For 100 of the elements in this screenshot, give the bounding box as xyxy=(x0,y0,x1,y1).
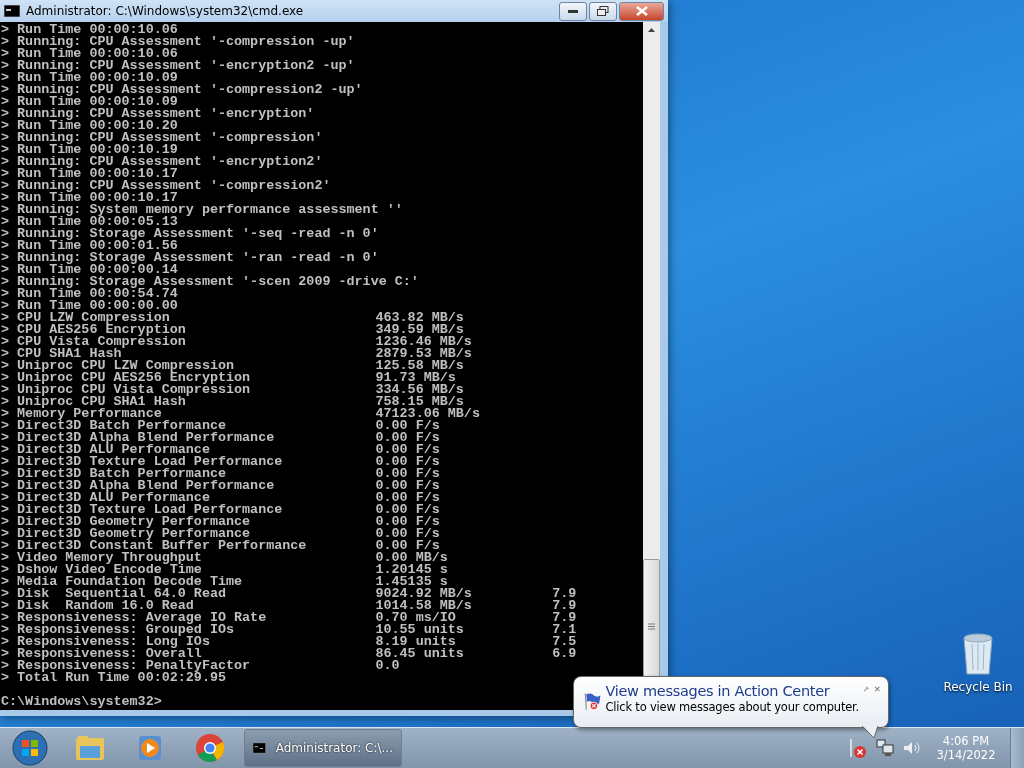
console-icon xyxy=(4,5,20,17)
metric-name: > Responsiveness: PenaltyFactor xyxy=(1,660,252,672)
console-line: > Running: Storage Assessment '-scen 2009 -drive C:' xyxy=(1,276,419,288)
metric-value: 47123.06 MB/s xyxy=(375,408,481,420)
metric-name: > CPU SHA1 Hash xyxy=(1,348,122,360)
metric-name: > Responsiveness: Overall xyxy=(1,648,202,660)
metric-value: 8.19 units xyxy=(375,636,456,648)
console-line: > Running: CPU Assessment '-compression -up' xyxy=(1,36,355,48)
taskbar-window-button[interactable]: Administrator: C:\... xyxy=(244,729,402,767)
metric-name: > Uniproc CPU Vista Compression xyxy=(1,384,252,396)
metric-name: > Direct3D ALU Performance xyxy=(1,492,210,504)
console-line: > Run Time 00:00:00.14 xyxy=(1,264,178,276)
metric-name: > Responsiveness: Grouped IOs xyxy=(1,624,236,636)
metric-name: > Direct3D Alpha Blend Performance xyxy=(1,432,276,444)
balloon-text: Click to view messages about your computer. xyxy=(605,700,859,714)
console-line: > Total Run Time 00:02:29.95 xyxy=(1,672,226,684)
metric-value: 334.56 MB/s xyxy=(375,384,465,396)
console-line: > Running: System memory performance assessment '' xyxy=(1,204,403,216)
metric-value: 0.00 F/s xyxy=(375,432,441,444)
metric-name: > Responsiveness: Average IO Rate xyxy=(1,612,268,624)
metric-value: 463.82 MB/s xyxy=(375,312,465,324)
console-line: > Run Time 00:00:10.17 xyxy=(1,168,178,180)
metric-name: > Direct3D Geometry Performance xyxy=(1,528,251,540)
metric-name: > Direct3D Alpha Blend Performance xyxy=(1,480,276,492)
console-line: > Run Time 00:00:54.74 xyxy=(1,288,178,300)
console-line: > Run Time 00:00:10.09 xyxy=(1,96,178,108)
metric-value: 0.00 F/s xyxy=(375,516,441,528)
metric-name: > Uniproc CPU SHA1 Hash xyxy=(1,396,186,408)
metric-value: 758.15 MB/s xyxy=(375,396,464,408)
balloon-title[interactable]: View messages in Action Center xyxy=(605,683,859,699)
desktop-icon-label[interactable]: Recycle Bin xyxy=(943,680,1013,694)
grip-icon xyxy=(648,622,655,630)
console-line: > Run Time 00:00:10.09 xyxy=(1,72,178,84)
metric-name: > Direct3D Batch Performance xyxy=(1,468,226,480)
metric-value: 0.00 F/s xyxy=(375,444,441,456)
metric-value: 0.00 F/s xyxy=(375,480,441,492)
metric-value: 1.45135 s xyxy=(375,576,448,588)
clock-date: 3/14/2022 xyxy=(936,748,996,762)
metric-score: 7.9 xyxy=(551,600,577,612)
console-line: > Running: Storage Assessment '-seq -read -n 0' xyxy=(1,228,379,240)
notification-toast[interactable]: View messages in Action Center Click to view messages about your computer. xyxy=(573,676,889,728)
restore-icon xyxy=(597,6,609,16)
metric-score: 6.9 xyxy=(551,648,577,660)
metric-value: 0.00 F/s xyxy=(375,420,441,432)
show-desktop-button[interactable] xyxy=(1010,728,1024,768)
network-icon[interactable] xyxy=(876,739,894,757)
metric-name: > Media Foundation Decode Time xyxy=(1,576,244,588)
metric-name: > CPU AES256 Encryption xyxy=(1,324,187,336)
metric-value: 0.70 ms/IO xyxy=(375,612,456,624)
console-line: > Run Time 00:00:10.06 xyxy=(1,48,178,60)
metric-value: 10.55 units xyxy=(375,624,465,636)
console-line: > Run Time 00:00:01.56 xyxy=(1,240,178,252)
metric-value: 9024.92 MB/s xyxy=(375,588,473,600)
console-line: > Running: CPU Assessment '-compression' xyxy=(1,132,323,144)
metric-name: > Dshow Video Encode Time xyxy=(1,564,203,576)
recycle-bin-icon xyxy=(960,630,996,676)
clock-time: 4:06 PM xyxy=(942,734,990,748)
console-line: > Running: CPU Assessment '-encryption' xyxy=(1,108,315,120)
metric-value: 0.00 F/s xyxy=(375,468,441,480)
metric-value: 125.58 MB/s xyxy=(375,360,465,372)
metric-value: 0.00 F/s xyxy=(375,504,441,516)
console-line: > Run Time 00:00:10.06 xyxy=(1,24,178,36)
balloon-pointer xyxy=(862,725,880,739)
close-button[interactable] xyxy=(619,1,664,21)
metric-name: > Direct3D Geometry Performance xyxy=(1,516,252,528)
metric-value: 0.0 xyxy=(375,660,401,672)
folder-icon xyxy=(74,734,106,762)
metric-name: > Disk Random 16.0 Read xyxy=(1,600,194,612)
metric-value: 1236.46 MB/s xyxy=(375,336,473,348)
minimize-icon xyxy=(568,9,578,13)
metric-score: 7.5 xyxy=(551,636,577,648)
metric-value: 349.59 MB/s xyxy=(375,324,464,336)
metric-score: 7.9 xyxy=(551,588,577,600)
console-line: > Running: CPU Assessment '-encryption2 -up' xyxy=(1,60,355,72)
metric-score: 7.1 xyxy=(551,624,577,636)
metric-name: > Direct3D ALU Performance xyxy=(1,444,210,456)
metric-value: 0.00 F/s xyxy=(375,456,441,468)
browser-icon xyxy=(195,733,225,763)
start-orb-icon xyxy=(12,730,48,766)
metric-name: > Responsiveness: Long IOs xyxy=(1,636,211,648)
metric-value: 1014.58 MB/s xyxy=(375,600,473,612)
metric-name: > CPU Vista Compression xyxy=(1,336,187,348)
metric-name: > Disk Sequential 64.0 Read xyxy=(1,588,227,600)
metric-value: 91.73 MB/s xyxy=(375,372,456,384)
close-icon[interactable] xyxy=(873,683,880,695)
console-line: > Running: CPU Assessment '-encryption2' xyxy=(1,156,323,168)
window-title: Administrator: C:\Windows\system32\cmd.exe xyxy=(26,4,305,18)
console-line: > Run Time 00:00:10.17 xyxy=(1,192,178,204)
console-line: > Running: Storage Assessment '-ran -read -n 0' xyxy=(1,252,379,264)
metric-name: > Video Memory Throughput xyxy=(1,552,203,564)
close-icon xyxy=(635,6,648,16)
metric-value: 86.45 units xyxy=(375,648,465,660)
minimize-button[interactable] xyxy=(559,1,587,21)
command-prompt[interactable]: C:\Windows\system32> xyxy=(1,696,162,708)
maximize-button[interactable] xyxy=(589,1,617,21)
play-icon xyxy=(137,734,163,762)
metric-name: > Direct3D Texture Load Performance xyxy=(1,456,284,468)
console-line: > Run Time 00:00:00.00 xyxy=(1,300,178,312)
metric-name: > Direct3D Texture Load Performance xyxy=(1,504,284,516)
metric-score: 7.9 xyxy=(551,612,577,624)
